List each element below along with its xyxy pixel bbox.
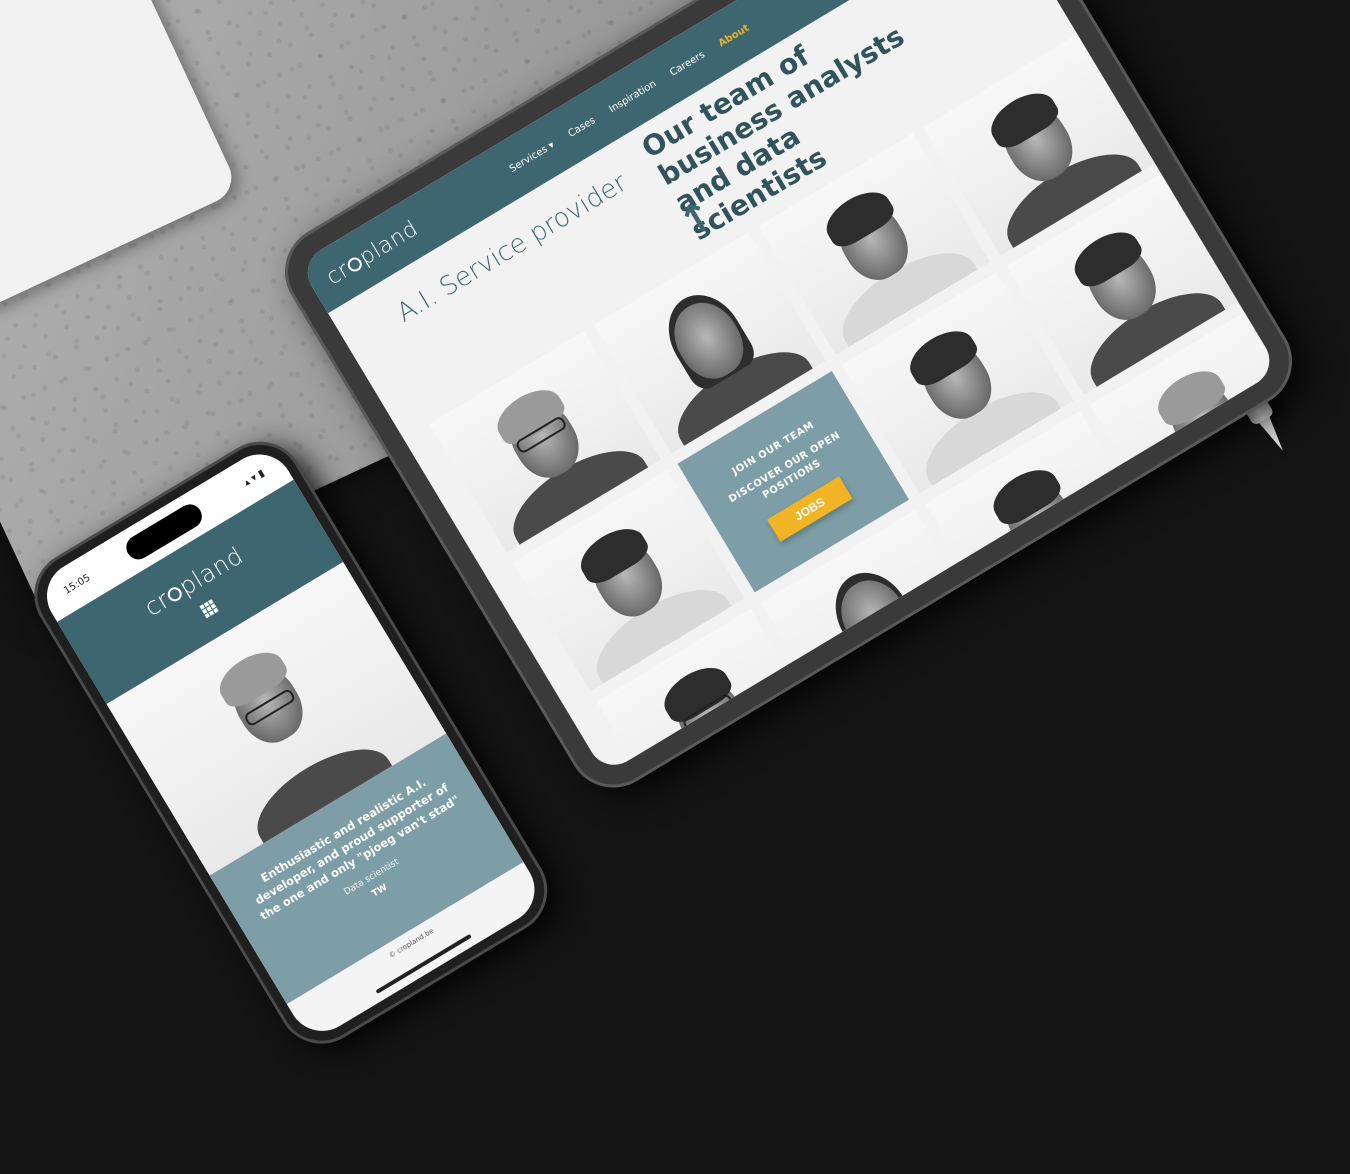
grid-menu-icon[interactable]: [199, 598, 220, 619]
nav-label-services: Services: [507, 143, 550, 175]
chevron-down-icon: ▾: [546, 139, 557, 152]
status-indicators: ▴ ▾ ▮: [241, 467, 267, 489]
nav-item-cases[interactable]: Cases: [566, 115, 597, 140]
logo-text-suffix: pland: [174, 541, 249, 602]
nav-item-inspiration[interactable]: Inspiration: [607, 78, 658, 115]
nav-item-about[interactable]: About: [716, 22, 751, 49]
status-time: 15:05: [61, 572, 93, 597]
nav-item-careers[interactable]: Careers: [668, 49, 707, 78]
nav-item-services[interactable]: Services ▾: [508, 139, 557, 174]
